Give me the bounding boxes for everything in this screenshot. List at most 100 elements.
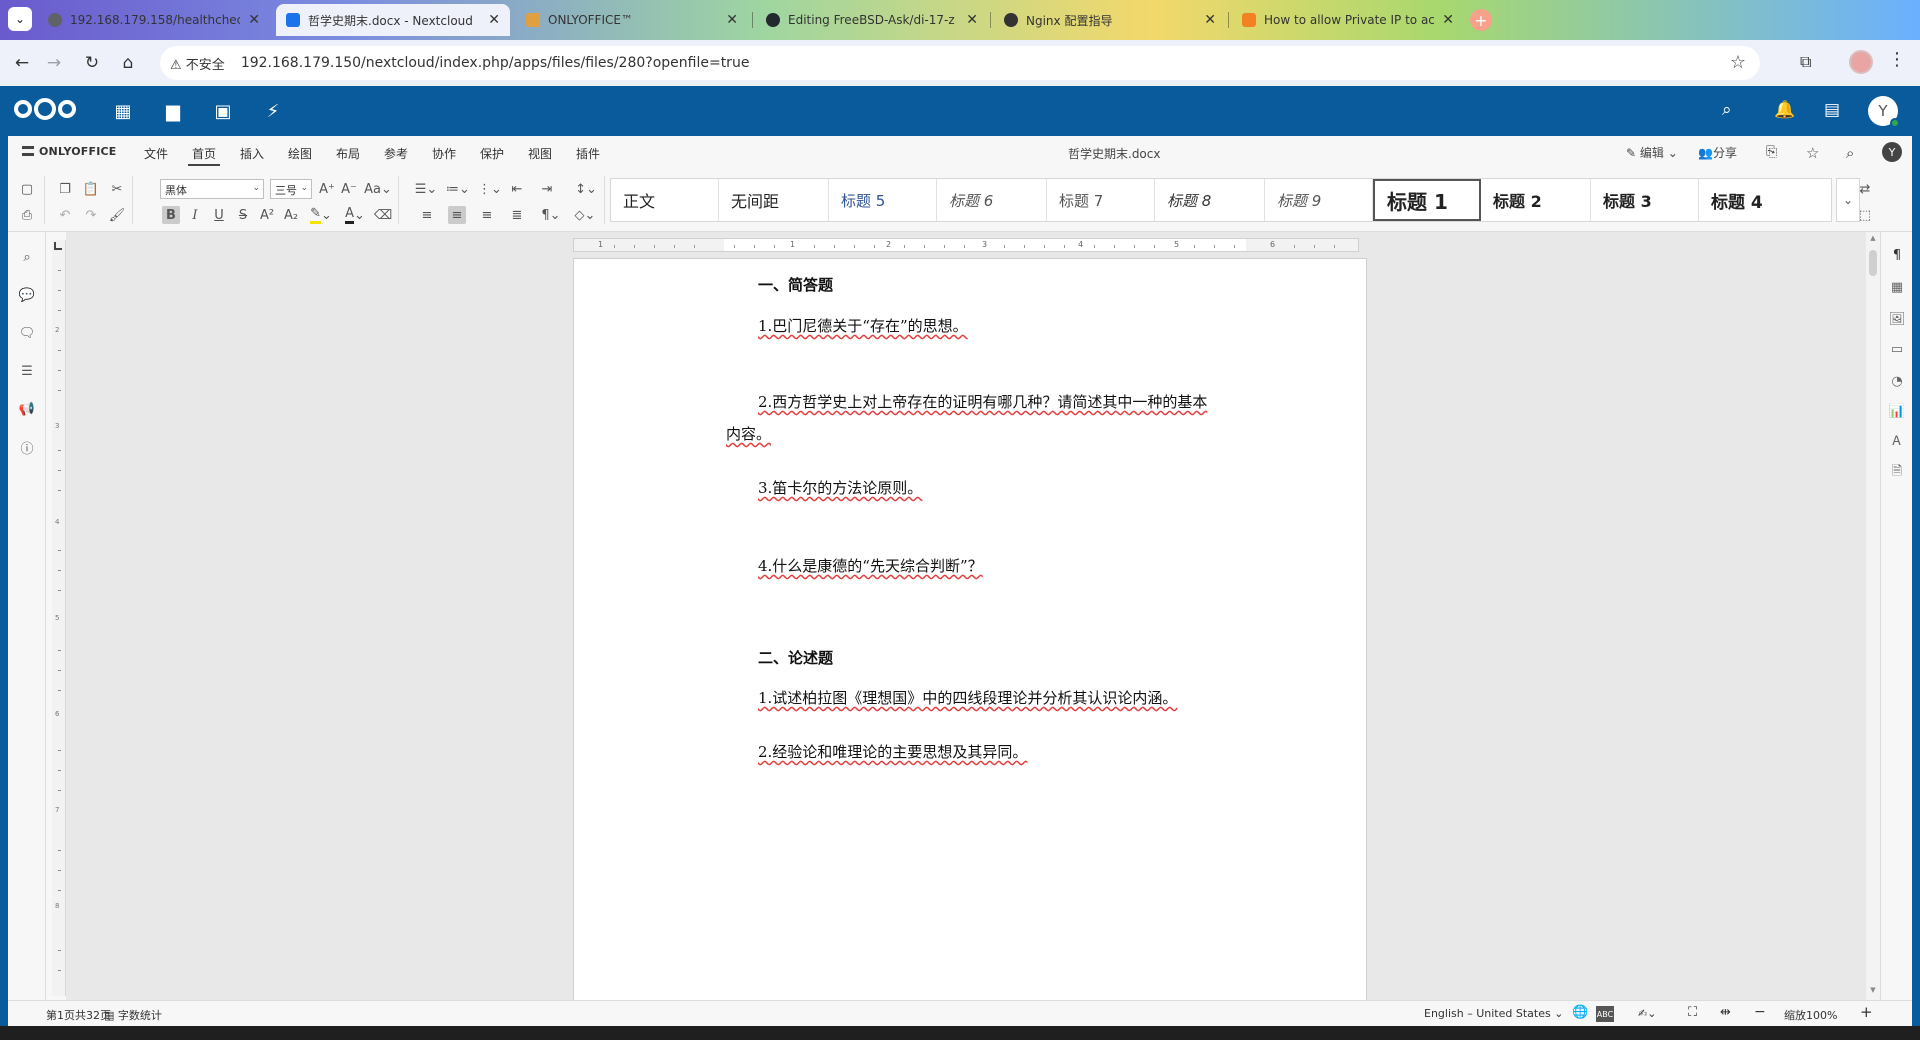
question-line[interactable]: 2.西方哲学史上对上帝存在的证明有哪几种？请简述其中一种的基本 (758, 391, 1207, 412)
browser-tab-stackoverflow[interactable]: How to allow Private IP to ac ✕ (1232, 4, 1464, 36)
clear-style-icon[interactable]: ⌫ (374, 206, 392, 224)
insecure-badge[interactable]: ⚠ 不安全 (170, 54, 233, 73)
zoom-in-icon[interactable]: + (1860, 1003, 1873, 1021)
doc-language-globe-icon[interactable]: 🌐 (1572, 1005, 1588, 1020)
menu-home[interactable]: 首页 (188, 143, 221, 166)
browser-tab-onlyoffice[interactable]: ONLYOFFICE™ ✕ (516, 4, 748, 36)
cut-icon[interactable]: ✂ (108, 180, 126, 198)
editor-search-icon[interactable]: ⌕ (1846, 144, 1854, 162)
menu-protect[interactable]: 保护 (476, 143, 508, 164)
feedback-megaphone-icon[interactable]: 📢 (18, 400, 36, 418)
tab-stop-selector-icon[interactable] (54, 242, 62, 250)
activity-bolt-icon[interactable]: ⚡ (262, 100, 284, 122)
decrease-font-icon[interactable]: A⁻ (340, 180, 358, 198)
close-tab-icon[interactable]: ✕ (1442, 12, 1454, 28)
underline-icon[interactable]: U (210, 206, 228, 224)
shape-settings-icon[interactable]: ◔ (1888, 372, 1906, 390)
style-heading-6[interactable]: 标题 6 (937, 179, 1047, 221)
style-heading-9[interactable]: 标题 9 (1265, 179, 1373, 221)
question-line[interactable]: 3.笛卡尔的方法论原则。 (758, 477, 922, 498)
extensions-icon[interactable]: ⧉ (1800, 52, 1811, 72)
question-line[interactable]: 1.试述柏拉图《理想国》中的四线段理论并分析其认识论内涵。 (758, 687, 1177, 708)
zoom-out-icon[interactable]: − (1754, 1004, 1766, 1020)
browser-tab-healthcheck[interactable]: 192.168.179.158/healthcheck ✕ (38, 4, 270, 36)
browser-tab-nextcloud[interactable]: 哲学史期末.docx - Nextcloud ✕ (276, 4, 510, 36)
language-select[interactable]: English – United States ⌄ (1424, 1007, 1563, 1020)
menu-draw[interactable]: 绘图 (284, 143, 316, 164)
justify-icon[interactable]: ≣ (508, 206, 526, 224)
header-footer-settings-icon[interactable]: ▭ (1888, 340, 1906, 358)
about-info-icon[interactable]: ⓘ (18, 438, 36, 457)
page-counter[interactable]: 第1页共32页 (46, 1007, 111, 1023)
copy-icon[interactable]: ❐ (56, 180, 74, 198)
style-no-spacing[interactable]: 无间距 (719, 179, 829, 221)
superscript-icon[interactable]: A² (258, 206, 276, 224)
line-spacing-icon[interactable]: ↕⌄ (572, 180, 600, 198)
form-settings-icon[interactable]: 🗎 (1888, 464, 1906, 482)
section-heading[interactable]: 二、论述题 (758, 647, 833, 668)
tab-search-menu-button[interactable]: ⌄ (8, 7, 32, 31)
search-icon[interactable]: ⌕ (1722, 100, 1732, 120)
browser-tab-github[interactable]: Editing FreeBSD-Ask/di-17-z ✕ (756, 4, 988, 36)
dashboard-icon[interactable]: ▦ (112, 100, 134, 122)
print-icon[interactable]: ⎙ (18, 206, 36, 224)
bold-icon[interactable]: B (162, 206, 180, 224)
menu-plugins[interactable]: 插件 (572, 143, 604, 164)
files-folder-icon[interactable]: ▆ (162, 100, 184, 122)
photos-icon[interactable]: ▣ (212, 100, 234, 122)
nonprinting-chars-icon[interactable]: ¶⌄ (538, 206, 564, 224)
textart-settings-icon[interactable]: Ꭺ (1888, 432, 1906, 450)
save-icon[interactable]: ▢ (18, 180, 36, 198)
home-icon[interactable]: ⌂ (116, 51, 140, 75)
increase-indent-icon[interactable]: ⇥ (538, 180, 556, 198)
section-heading[interactable]: 一、简答题 (758, 274, 833, 295)
close-tab-icon[interactable]: ✕ (1204, 12, 1216, 28)
chart-settings-icon[interactable]: 📊 (1888, 402, 1906, 420)
multilevel-list-icon[interactable]: ⋮⌄ (476, 180, 504, 198)
browser-menu-icon[interactable]: ⋮ (1888, 49, 1906, 70)
style-heading-2[interactable]: 标题 2 (1481, 179, 1591, 221)
share-button[interactable]: 👥分享 (1698, 144, 1737, 161)
subscript-icon[interactable]: A₂ (282, 206, 300, 224)
paste-icon[interactable]: 📋 (82, 180, 100, 198)
menu-references[interactable]: 参考 (380, 143, 412, 164)
style-heading-7[interactable]: 标题 7 (1047, 179, 1155, 221)
table-settings-icon[interactable]: ▦ (1888, 278, 1906, 296)
numbered-list-icon[interactable]: ≔⌄ (444, 180, 472, 198)
close-tab-icon[interactable]: ✕ (248, 12, 260, 28)
select-all-icon[interactable]: ⬚ (1856, 206, 1874, 224)
fit-width-icon[interactable]: ⇹ (1720, 1005, 1731, 1020)
paragraph-settings-icon[interactable]: ¶ (1888, 246, 1906, 264)
browser-tab-nginx[interactable]: Nginx 配置指导 ✕ (994, 4, 1226, 36)
style-normal[interactable]: 正文 (611, 179, 719, 221)
style-heading-8[interactable]: 标题 8 (1155, 179, 1265, 221)
document-page[interactable]: 一、简答题 1.巴门尼德关于“存在”的思想。 2.西方哲学史上对上帝存在的证明有… (573, 258, 1367, 1000)
spellcheck-icon[interactable]: ABC (1596, 1006, 1614, 1022)
format-painter-icon[interactable]: 🖌 (108, 206, 126, 224)
menu-view[interactable]: 视图 (524, 143, 556, 164)
edit-mode-button[interactable]: ✎ 编辑 ⌄ (1626, 144, 1678, 161)
question-line-continued[interactable]: 内容。 (726, 423, 771, 444)
change-styles-icon[interactable]: ⇄ (1856, 180, 1874, 198)
fit-page-icon[interactable]: ⛶ (1688, 1005, 1697, 1020)
close-tab-icon[interactable]: ✕ (966, 12, 978, 28)
question-line[interactable]: 4.什么是康德的“先天综合判断”？ (758, 555, 983, 576)
highlight-color-icon[interactable]: ✎ ⌄ (308, 206, 334, 224)
find-icon[interactable]: ⌕ (18, 248, 36, 266)
chat-icon[interactable]: 🗨 (18, 324, 36, 342)
vertical-scrollbar[interactable]: ▲ ▼ (1866, 232, 1880, 1000)
italic-icon[interactable]: I (186, 206, 204, 224)
open-location-icon[interactable]: ⎘ (1766, 144, 1777, 160)
close-tab-icon[interactable]: ✕ (726, 12, 738, 28)
zoom-level[interactable]: 缩放100% (1784, 1007, 1837, 1023)
undo-icon[interactable]: ↶ (56, 206, 74, 224)
scroll-down-icon[interactable]: ▼ (1868, 986, 1878, 996)
style-heading-1[interactable]: 标题 1 (1373, 179, 1481, 221)
image-settings-icon[interactable]: 🖼 (1888, 310, 1906, 328)
align-right-icon[interactable]: ≡ (478, 206, 496, 224)
strikethrough-icon[interactable]: S (234, 206, 252, 224)
new-tab-button[interactable]: + (1470, 9, 1492, 31)
style-heading-4[interactable]: 标题 4 (1699, 179, 1809, 221)
contacts-icon[interactable]: ▤ (1824, 100, 1840, 120)
menu-layout[interactable]: 布局 (332, 143, 364, 164)
